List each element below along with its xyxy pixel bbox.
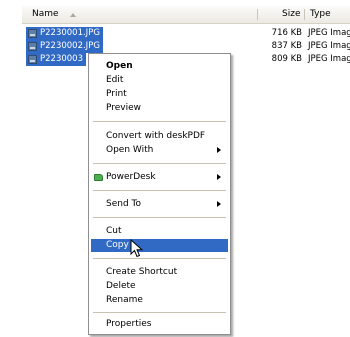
menu-item-cut[interactable]: Cut — [91, 225, 228, 238]
jpeg-file-icon — [28, 55, 37, 64]
file-size: 837 KB — [271, 41, 302, 51]
menu-item-label: Properties — [106, 319, 152, 329]
file-type: JPEG Image — [308, 41, 350, 51]
file-name: P2230002.JPG — [40, 41, 100, 51]
menu-item-label: Cut — [106, 226, 122, 236]
menu-item-label: Preview — [106, 103, 142, 113]
jpeg-file-icon — [28, 42, 37, 51]
context-menu: Open Edit Print Preview Convert with des… — [88, 53, 231, 335]
column-divider[interactable] — [257, 9, 258, 20]
menu-item-delete[interactable]: Delete — [91, 280, 228, 293]
menu-separator — [93, 258, 226, 259]
file-name: P2230003 — [40, 54, 83, 64]
submenu-arrow-icon — [217, 174, 221, 180]
menu-item-properties[interactable]: Properties — [91, 318, 228, 331]
file-name: P2230001.JPG — [40, 28, 100, 38]
menu-item-label: Edit — [106, 75, 124, 85]
menu-item-label: PowerDesk — [106, 172, 156, 182]
menu-item-preview[interactable]: Preview — [91, 102, 228, 115]
menu-separator — [93, 190, 226, 191]
column-name-header[interactable]: Name — [32, 6, 59, 23]
menu-item-create-shortcut[interactable]: Create Shortcut — [91, 266, 228, 279]
mouse-pointer-icon — [130, 239, 144, 258]
file-row[interactable]: P2230001.JPG 716 KB JPEG Image — [22, 27, 350, 40]
menu-item-label: Convert with deskPDF — [106, 131, 206, 141]
menu-item-rename[interactable]: Rename — [91, 294, 228, 307]
menu-item-powerdesk[interactable]: PowerDesk — [91, 171, 228, 184]
menu-item-open[interactable]: Open — [91, 60, 228, 73]
file-type: JPEG Image — [308, 28, 350, 38]
menu-item-label: Delete — [106, 281, 136, 291]
powerdesk-folder-icon — [94, 174, 103, 181]
menu-item-label: Rename — [106, 295, 143, 305]
menu-item-convert-deskpdf[interactable]: Convert with deskPDF — [91, 130, 228, 143]
column-divider[interactable] — [304, 9, 305, 20]
file-row[interactable]: P2230002.JPG 837 KB JPEG Image — [22, 40, 350, 53]
column-header-bar: Name Size Type — [22, 6, 350, 24]
menu-item-edit[interactable]: Edit — [91, 74, 228, 87]
menu-item-label: Create Shortcut — [106, 267, 178, 277]
file-size: 716 KB — [271, 28, 302, 38]
file-type: JPEG Image — [308, 54, 350, 64]
menu-item-send-to[interactable]: Send To — [91, 198, 228, 211]
file-size: 809 KB — [271, 54, 302, 64]
sort-ascending-icon — [70, 13, 76, 17]
menu-item-print[interactable]: Print — [91, 88, 228, 101]
menu-item-label: Print — [106, 89, 127, 99]
menu-separator — [93, 312, 226, 313]
menu-separator — [93, 217, 226, 218]
file-name-cell[interactable]: P2230002.JPG — [26, 40, 103, 53]
menu-separator — [93, 121, 226, 122]
submenu-arrow-icon — [217, 147, 221, 153]
menu-separator — [93, 163, 226, 164]
jpeg-file-icon — [28, 29, 37, 38]
menu-item-label: Copy — [106, 240, 129, 250]
file-name-cell[interactable]: P2230001.JPG — [26, 27, 103, 40]
menu-item-open-with[interactable]: Open With — [91, 144, 228, 157]
menu-item-label: Open With — [106, 145, 154, 155]
column-size-header[interactable]: Size — [282, 6, 300, 23]
menu-item-label: Open — [106, 61, 133, 71]
menu-item-label: Send To — [106, 199, 142, 209]
menu-item-copy[interactable]: Copy — [91, 239, 228, 252]
submenu-arrow-icon — [217, 201, 221, 207]
column-type-header[interactable]: Type — [310, 6, 331, 23]
file-name-cell[interactable]: P2230003 — [26, 53, 86, 66]
